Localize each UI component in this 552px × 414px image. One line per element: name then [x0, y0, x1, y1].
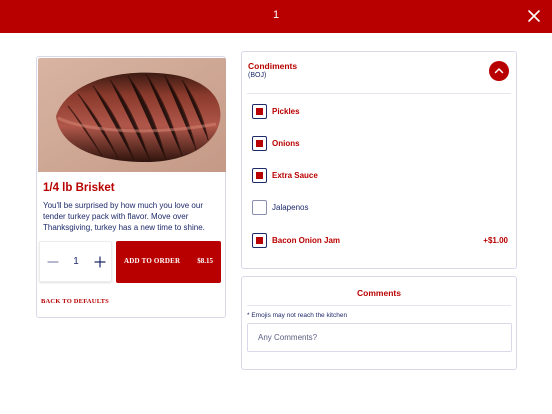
comments-title: Comments: [357, 288, 401, 298]
add-to-order-label: ADD TO ORDER: [124, 257, 181, 265]
option-price: +$1.00: [483, 236, 508, 245]
item-name: 1/4 lb Brisket: [43, 182, 115, 194]
minus-icon[interactable]: [45, 254, 61, 270]
condiments-subtitle: (BOJ): [248, 72, 267, 79]
option-label: Pickles: [272, 107, 300, 116]
quantity-value: 1: [73, 256, 79, 267]
brisket-photo: [38, 58, 226, 172]
modal-title: 1: [272, 9, 280, 21]
checkbox-extra-sauce[interactable]: [252, 168, 267, 183]
close-icon[interactable]: [526, 8, 542, 24]
collapse-button[interactable]: [489, 61, 509, 81]
option-pickles[interactable]: Pickles: [252, 104, 508, 120]
option-extra-sauce[interactable]: Extra Sauce: [252, 168, 508, 184]
quantity-stepper: 1: [39, 241, 112, 282]
option-label: Jalapenos: [272, 203, 309, 212]
option-bacon-onion-jam[interactable]: Bacon Onion Jam +$1.00: [252, 233, 508, 249]
plus-icon[interactable]: [92, 254, 108, 270]
add-to-order-button[interactable]: ADD TO ORDER $8.15: [116, 241, 221, 283]
item-card: 1/4 lb Brisket You'll be surprised by ho…: [36, 56, 226, 318]
back-to-defaults-link[interactable]: BACK TO DEFAULTS: [41, 298, 109, 305]
option-label: Extra Sauce: [272, 171, 318, 180]
comments-panel: Comments * Emojis may not reach the kitc…: [241, 276, 517, 370]
option-label: Bacon Onion Jam: [272, 236, 341, 245]
checkbox-pickles[interactable]: [252, 104, 267, 119]
item-description: You'll be surprised by how much you love…: [43, 201, 205, 232]
modal-header: 1: [0, 0, 552, 33]
checkbox-bacon-onion-jam[interactable]: [252, 233, 267, 248]
comments-input[interactable]: [247, 323, 512, 352]
checkbox-onions[interactable]: [252, 136, 267, 151]
order-price: $8.15: [197, 257, 213, 265]
condiments-divider: [247, 93, 511, 94]
emoji-note: * Emojis may not reach the kitchen: [247, 312, 348, 319]
option-jalapenos[interactable]: Jalapenos: [252, 200, 508, 216]
checkbox-jalapenos[interactable]: [252, 200, 267, 215]
comments-divider: [247, 305, 511, 306]
condiments-title: Condiments: [248, 61, 298, 71]
option-label: Onions: [272, 139, 300, 148]
option-onions[interactable]: Onions: [252, 136, 508, 152]
condiments-panel: Condiments (BOJ) Pickles Onions Extra Sa…: [241, 51, 517, 269]
chevron-up-icon: [494, 68, 504, 74]
